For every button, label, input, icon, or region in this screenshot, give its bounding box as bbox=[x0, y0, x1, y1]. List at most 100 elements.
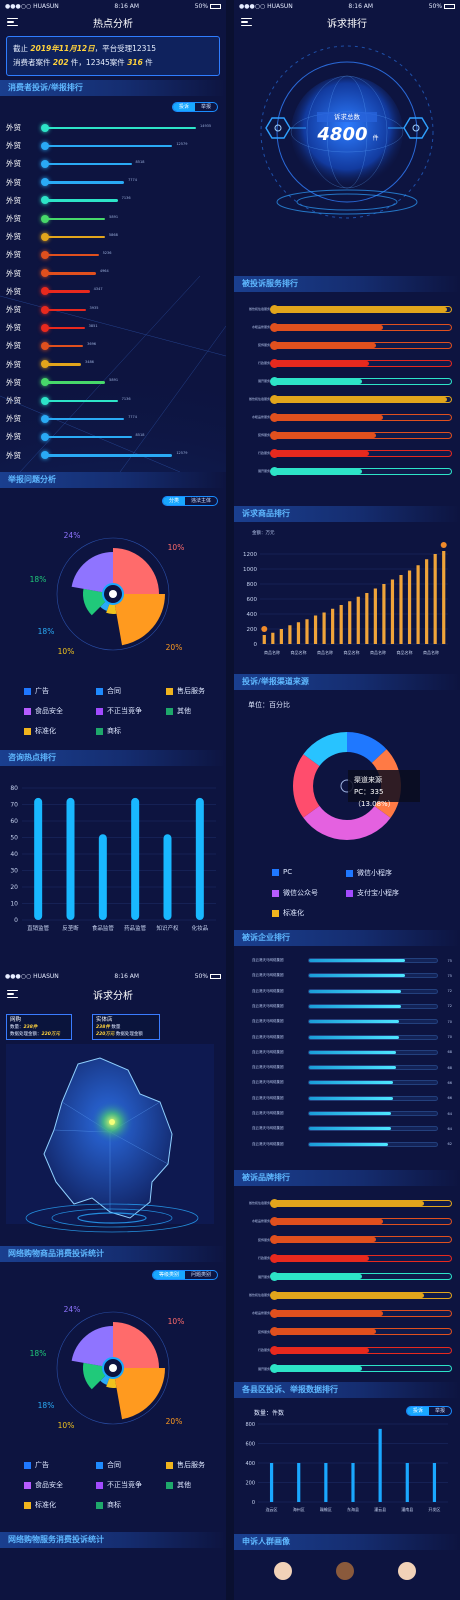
menu-icon[interactable] bbox=[7, 18, 18, 26]
enterprise-fill bbox=[309, 1127, 391, 1131]
channel-tooltip-text: PC：335（13.08%） bbox=[354, 788, 395, 808]
total-panel: 诉求总数 4800 件 bbox=[234, 32, 460, 252]
tab-complaint[interactable]: 投诉 bbox=[172, 103, 195, 111]
rank-dot bbox=[41, 214, 49, 223]
time-text: 8:16 AM bbox=[114, 2, 140, 10]
tab-problem[interactable]: 问题类别 bbox=[185, 1271, 217, 1279]
legend-swatch bbox=[24, 1481, 31, 1489]
section-title-service: 网络购物服务消费投诉统计 bbox=[0, 1532, 226, 1548]
y-tick-label: 0 bbox=[254, 642, 258, 648]
enterprise-track bbox=[308, 1049, 438, 1055]
menu-icon[interactable] bbox=[7, 990, 18, 998]
rank-value: 14935 bbox=[200, 123, 212, 128]
tab-category[interactable]: 分类 bbox=[162, 497, 185, 505]
progress-row: 展开服务 bbox=[242, 466, 452, 476]
enterprise-value: 66 bbox=[447, 1080, 452, 1085]
progress-knob bbox=[270, 1272, 279, 1282]
channel-panel: 单位：百分比 渠道来源 PC：335（13.08%） PC 微信小程序 微信公众号 支… bbox=[234, 690, 460, 930]
rank-track: 12579 bbox=[36, 141, 220, 151]
enterprise-track bbox=[308, 1111, 438, 1116]
progress-fill bbox=[273, 1274, 362, 1280]
goods-bar bbox=[331, 608, 335, 644]
progress-row: 水暖品修服务 bbox=[242, 412, 452, 422]
tab-level[interactable]: 等级类别 bbox=[152, 1271, 185, 1279]
enterprise-value: 64 bbox=[447, 1126, 452, 1131]
rank-track: 3696 bbox=[36, 341, 220, 351]
enterprise-row: 连云港天马网络集团 66 bbox=[242, 1076, 452, 1089]
rank-value: 3486 bbox=[85, 360, 94, 365]
legend-label: 微信公众号 bbox=[283, 889, 318, 897]
tab-district-report[interactable]: 举报 bbox=[429, 1407, 451, 1415]
menu-icon[interactable] bbox=[241, 18, 252, 26]
legend-label: 食品安全 bbox=[35, 1481, 63, 1489]
x-tick-label: 化妆品 bbox=[192, 924, 209, 932]
legend-item: 售后服务 bbox=[166, 1460, 205, 1470]
rank-dot bbox=[41, 451, 49, 460]
progress-fill bbox=[273, 1329, 377, 1335]
x-tick-label: 商品名称 bbox=[397, 649, 413, 655]
progress-row: 餐饮和住宿服务 bbox=[242, 1198, 452, 1208]
progress-label: 装饰服务 bbox=[257, 343, 270, 347]
progress-track bbox=[270, 1327, 452, 1337]
progress-fill bbox=[273, 1292, 425, 1298]
notice-line-2: 消费者案件 202 件，12345案件 316 件 bbox=[13, 58, 153, 67]
goods-bar bbox=[442, 551, 446, 644]
goods-bar bbox=[416, 565, 420, 644]
x-tick-label: 赣榆区 bbox=[320, 1506, 332, 1512]
progress-row: 餐饮和住宿服务 bbox=[242, 1290, 452, 1300]
tab-district-complaint[interactable]: 投诉 bbox=[406, 1407, 429, 1415]
progress-knob bbox=[270, 448, 279, 458]
rank-value: 3851 bbox=[88, 323, 98, 328]
legend-item: 支付宝小程序 bbox=[346, 888, 399, 898]
map-panel: 网购 数量：238件 数据处理金额：220万元 实体店 238件 数量 220万… bbox=[0, 1006, 226, 1246]
rank-name: 外贸 bbox=[6, 177, 21, 187]
rank-dot bbox=[41, 341, 49, 350]
rank-track: 5868 bbox=[36, 232, 220, 242]
enterprise-value: 75 bbox=[447, 958, 452, 963]
enterprise-fill bbox=[309, 1142, 389, 1146]
legend-item: 食品安全 bbox=[24, 706, 63, 716]
district-bar bbox=[297, 1463, 301, 1502]
rank-name: 外贸 bbox=[6, 123, 21, 132]
nav-bar: 热点分析 bbox=[0, 12, 226, 32]
legend-item: 其他 bbox=[166, 1480, 191, 1490]
goods-bar bbox=[407, 570, 412, 644]
enterprise-row: 连云港天马网络集团 64 bbox=[242, 1122, 452, 1135]
channel-tooltip: 渠道来源 PC：335（13.08%） bbox=[348, 770, 420, 808]
progress-label: 水暖品修服务 bbox=[251, 1219, 270, 1224]
progress-track bbox=[270, 322, 452, 332]
rank-value: 8518 bbox=[135, 432, 145, 437]
rank-value: 7136 bbox=[121, 196, 131, 201]
legend-swatch bbox=[166, 687, 173, 695]
rank-name: 外贸 bbox=[6, 159, 21, 169]
legend-item: 合同 bbox=[96, 1460, 121, 1470]
progress-label: 展开服务 bbox=[257, 469, 270, 473]
tab-subject[interactable]: 违法主体 bbox=[185, 497, 217, 505]
store-tooltip: 实体店 238件 数量 220万元 数据处理金额 bbox=[92, 1014, 160, 1040]
enterprise-track bbox=[308, 1003, 438, 1009]
progress-fill bbox=[273, 414, 384, 420]
section-title-brand: 被诉品牌排行 bbox=[234, 1170, 460, 1186]
rank-name: 外贸 bbox=[6, 286, 21, 296]
rank-bar bbox=[46, 144, 173, 148]
rank-name: 外贸 bbox=[6, 396, 21, 405]
rank-bar bbox=[46, 454, 173, 457]
progress-knob bbox=[270, 1308, 279, 1318]
goods-end-marker bbox=[440, 542, 447, 548]
nav-bar-3: 诉求分析 bbox=[0, 982, 226, 1006]
tab-report[interactable]: 举报 bbox=[195, 103, 217, 111]
carrier-text-3: ●●●○○ HUASUN bbox=[5, 972, 59, 980]
enterprise-value: 70 bbox=[447, 1019, 452, 1024]
legend-label: 合同 bbox=[107, 687, 121, 695]
rank-bar bbox=[46, 253, 99, 257]
section-title-crowd: 申诉人群画像 bbox=[234, 1534, 460, 1550]
legend-swatch bbox=[272, 909, 279, 917]
rank-row: 外贸 3486 bbox=[6, 357, 220, 372]
rank-tabs: 投诉 举报 bbox=[171, 102, 218, 112]
battery-icon bbox=[210, 973, 221, 979]
legend-label: 微信小程序 bbox=[357, 869, 392, 877]
brand-rank-list: 餐饮和住宿服务 水暖品修服务 装饰服务 行政服务 展开服务 餐饮和住宿服务 水暖品修服务 装饰… bbox=[234, 1186, 460, 1382]
progress-knob bbox=[270, 1198, 279, 1208]
goods-tabs: 等级类别 问题类别 bbox=[151, 1270, 218, 1280]
legend-swatch bbox=[24, 687, 31, 695]
